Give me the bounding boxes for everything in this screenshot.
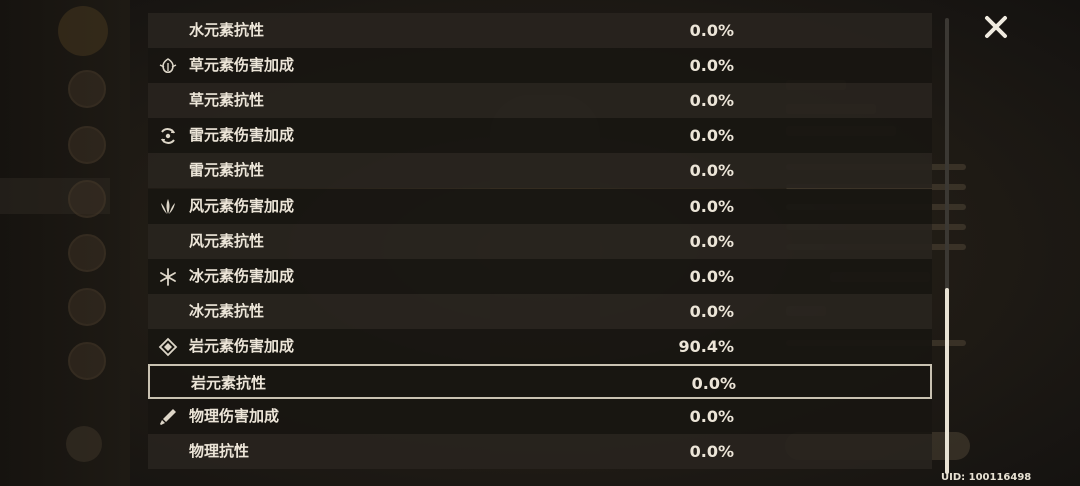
- attribute-value: 0.0%: [689, 442, 734, 462]
- character-avatar: [68, 288, 106, 326]
- attribute-row[interactable]: 雷元素抗性 0.0%: [148, 153, 932, 189]
- attribute-label: 风元素伤害加成: [189, 196, 295, 215]
- geo-icon: [158, 337, 178, 357]
- attribute-label: 物理伤害加成: [189, 407, 280, 426]
- anemo-icon: [158, 197, 178, 217]
- attribute-value: 0.0%: [689, 91, 734, 111]
- attribute-row[interactable]: 风元素抗性 0.0%: [148, 223, 932, 259]
- attribute-value: 0.0%: [689, 231, 734, 251]
- attribute-row[interactable]: 物理抗性 0.0%: [148, 434, 932, 470]
- attribute-value: 0.0%: [689, 407, 734, 427]
- attribute-value: 0.0%: [689, 196, 734, 216]
- element-emblem-icon: [58, 6, 108, 56]
- attribute-value: 0.0%: [689, 21, 734, 40]
- attribute-row[interactable]: 水元素抗性 0.0%: [148, 13, 932, 48]
- attribute-label: 岩元素伤害加成: [189, 336, 295, 355]
- character-avatar: [68, 234, 106, 272]
- attribute-row[interactable]: 雷元素伤害加成 0.0%: [148, 118, 932, 154]
- attribute-value: 0.0%: [691, 374, 736, 393]
- grid-menu-icon: [66, 426, 102, 462]
- attribute-value: 0.0%: [689, 126, 734, 146]
- character-avatar: [68, 342, 106, 380]
- attribute-row[interactable]: 岩元素伤害加成 90.4%: [148, 328, 932, 364]
- attribute-label: 草元素抗性: [189, 91, 265, 110]
- attribute-value: 0.0%: [689, 56, 734, 76]
- attribute-row[interactable]: 冰元素伤害加成 0.0%: [148, 258, 932, 294]
- attribute-value: 0.0%: [689, 301, 734, 321]
- attribute-value: 90.4%: [678, 336, 734, 356]
- attribute-value: 0.0%: [689, 266, 734, 286]
- dendro-icon: [158, 56, 178, 76]
- attribute-row[interactable]: 物理伤害加成 0.0%: [148, 399, 932, 435]
- attribute-label: 草元素伤害加成: [189, 56, 295, 75]
- attribute-label: 雷元素伤害加成: [189, 126, 295, 145]
- close-icon[interactable]: [983, 14, 1009, 40]
- attribute-row[interactable]: 岩元素抗性 0.0%: [148, 364, 932, 399]
- character-avatar: [68, 180, 106, 218]
- electro-icon: [158, 126, 178, 146]
- attribute-label: 冰元素抗性: [189, 301, 265, 320]
- character-avatar: [68, 70, 106, 108]
- attribute-label: 岩元素抗性: [191, 374, 267, 392]
- attribute-label: 水元素抗性: [189, 21, 265, 39]
- attribute-label: 冰元素伤害加成: [189, 266, 295, 285]
- uid-label: UID: 100116498: [941, 472, 1032, 483]
- attribute-row[interactable]: 冰元素抗性 0.0%: [148, 293, 932, 329]
- character-avatar: [68, 126, 106, 164]
- character-sidebar: [0, 0, 130, 486]
- scrollbar-thumb[interactable]: [945, 288, 949, 474]
- attribute-row[interactable]: 风元素伤害加成 0.0%: [148, 188, 932, 224]
- attribute-row[interactable]: 草元素抗性 0.0%: [148, 83, 932, 119]
- attribute-row[interactable]: 草元素伤害加成 0.0%: [148, 48, 932, 84]
- attribute-label: 物理抗性: [189, 442, 250, 461]
- attribute-label: 风元素抗性: [189, 231, 265, 250]
- physical-icon: [158, 407, 178, 427]
- attribute-label: 雷元素抗性: [189, 161, 265, 180]
- attribute-value: 0.0%: [689, 161, 734, 181]
- cryo-icon: [158, 267, 178, 287]
